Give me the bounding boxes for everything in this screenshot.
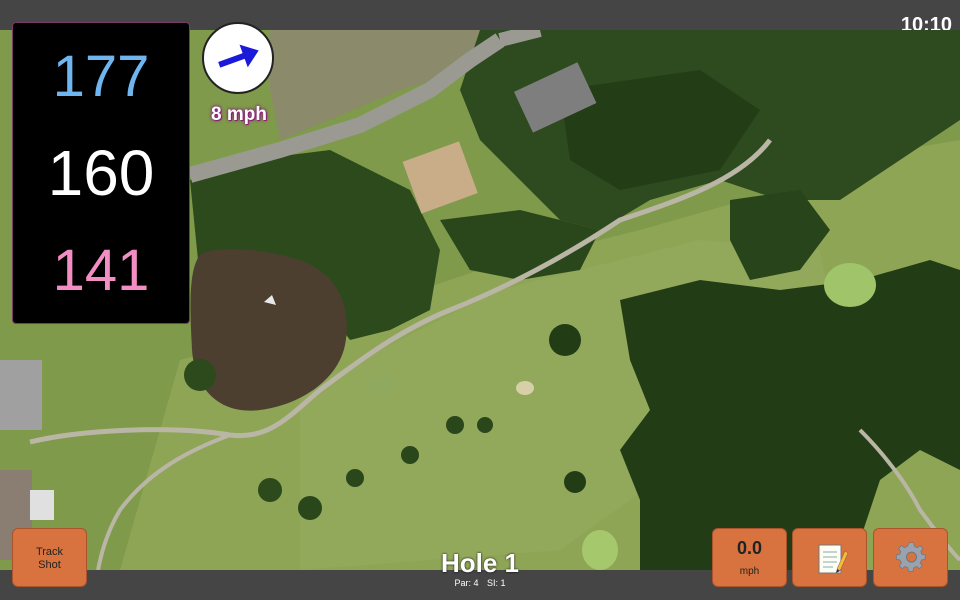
back-distance: 177 (52, 44, 150, 109)
memo-icon (818, 544, 849, 574)
track-shot-label-line1: Track (35, 546, 64, 558)
gear-icon (896, 542, 926, 572)
wind-indicator[interactable] (202, 22, 274, 94)
wind-speed-button[interactable]: 0.0 mph (712, 528, 787, 587)
wind-speed-unit: mph (739, 566, 760, 577)
wind-speed-label: 8 mph (211, 104, 267, 125)
stroke-index-label: SI: 1 (487, 578, 506, 588)
notes-button[interactable] (792, 528, 867, 587)
track-shot-button[interactable]: Track Shot (12, 528, 87, 587)
center-distance: 160 (47, 137, 155, 209)
track-shot-label-line2: Shot (38, 559, 61, 571)
distance-panel: 177 160 141 (12, 22, 190, 324)
front-distance: 141 (52, 238, 150, 303)
hole-title: Hole 1 (440, 548, 520, 578)
hole-info: Par: 4 SI: 1 (380, 578, 580, 588)
wind-speed-value: 0.0 (736, 538, 763, 558)
arrow-icon (218, 44, 259, 68)
settings-button[interactable] (873, 528, 948, 587)
par-label: Par: 4 (454, 578, 479, 588)
